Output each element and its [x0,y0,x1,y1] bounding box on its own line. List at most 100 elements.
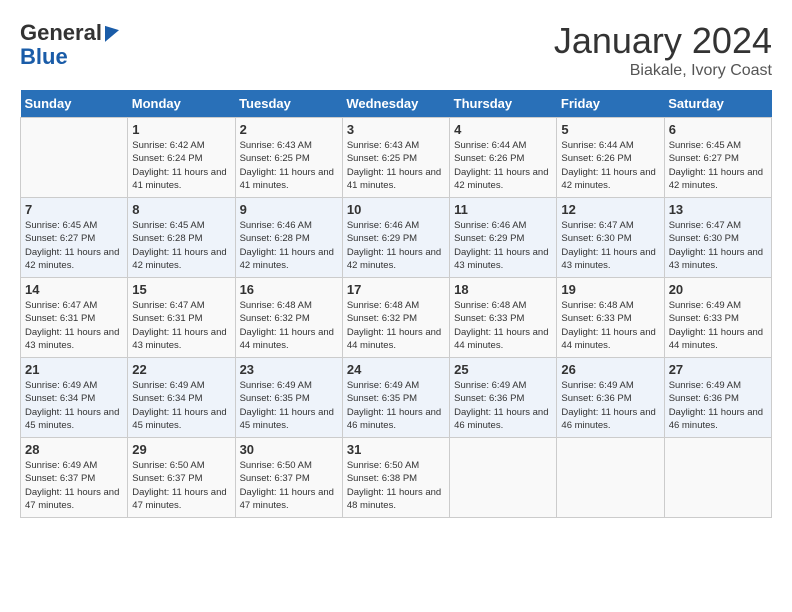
day-info: Sunrise: 6:50 AMSunset: 6:37 PMDaylight:… [132,459,230,512]
day-number: 13 [669,202,767,217]
weekday-header: Wednesday [342,90,449,118]
day-number: 26 [561,362,659,377]
day-number: 23 [240,362,338,377]
calendar-week-row: 21Sunrise: 6:49 AMSunset: 6:34 PMDayligh… [21,358,772,438]
weekday-header: Friday [557,90,664,118]
day-info: Sunrise: 6:47 AMSunset: 6:30 PMDaylight:… [561,219,659,272]
day-number: 3 [347,122,445,137]
weekday-header: Sunday [21,90,128,118]
calendar-cell: 7 Sunrise: 6:45 AMSunset: 6:27 PMDaylight… [21,198,128,278]
day-info: Sunrise: 6:49 AMSunset: 6:35 PMDaylight:… [347,379,445,432]
calendar-table: SundayMondayTuesdayWednesdayThursdayFrid… [20,90,772,518]
calendar-cell: 14 Sunrise: 6:47 AMSunset: 6:31 PMDayligh… [21,278,128,358]
day-number: 17 [347,282,445,297]
day-info: Sunrise: 6:47 AMSunset: 6:31 PMDaylight:… [25,299,123,352]
calendar-cell: 24 Sunrise: 6:49 AMSunset: 6:35 PMDayligh… [342,358,449,438]
day-number: 19 [561,282,659,297]
day-info: Sunrise: 6:49 AMSunset: 6:36 PMDaylight:… [669,379,767,432]
logo: General Blue [20,20,119,70]
weekday-header: Thursday [450,90,557,118]
day-info: Sunrise: 6:45 AMSunset: 6:27 PMDaylight:… [669,139,767,192]
calendar-cell: 20 Sunrise: 6:49 AMSunset: 6:33 PMDayligh… [664,278,771,358]
day-info: Sunrise: 6:45 AMSunset: 6:28 PMDaylight:… [132,219,230,272]
calendar-cell: 28 Sunrise: 6:49 AMSunset: 6:37 PMDayligh… [21,438,128,518]
calendar-week-row: 7 Sunrise: 6:45 AMSunset: 6:27 PMDaylight… [21,198,772,278]
day-number: 20 [669,282,767,297]
day-number: 14 [25,282,123,297]
calendar-cell: 27 Sunrise: 6:49 AMSunset: 6:36 PMDayligh… [664,358,771,438]
calendar-cell: 4Sunrise: 6:44 AMSunset: 6:26 PMDaylight… [450,118,557,198]
weekday-header: Saturday [664,90,771,118]
day-number: 11 [454,202,552,217]
calendar-cell: 2Sunrise: 6:43 AMSunset: 6:25 PMDaylight… [235,118,342,198]
calendar-cell: 30 Sunrise: 6:50 AMSunset: 6:37 PMDayligh… [235,438,342,518]
day-number: 7 [25,202,123,217]
calendar-cell: 19Sunrise: 6:48 AMSunset: 6:33 PMDayligh… [557,278,664,358]
day-number: 18 [454,282,552,297]
calendar-cell: 15 Sunrise: 6:47 AMSunset: 6:31 PMDayligh… [128,278,235,358]
calendar-cell: 1Sunrise: 6:42 AMSunset: 6:24 PMDaylight… [128,118,235,198]
calendar-cell: 8 Sunrise: 6:45 AMSunset: 6:28 PMDaylight… [128,198,235,278]
day-number: 16 [240,282,338,297]
calendar-cell: 18 Sunrise: 6:48 AMSunset: 6:33 PMDayligh… [450,278,557,358]
day-info: Sunrise: 6:45 AMSunset: 6:27 PMDaylight:… [25,219,123,272]
day-info: Sunrise: 6:44 AMSunset: 6:26 PMDaylight:… [561,139,659,192]
day-info: Sunrise: 6:48 AMSunset: 6:33 PMDaylight:… [454,299,552,352]
calendar-cell: 29 Sunrise: 6:50 AMSunset: 6:37 PMDayligh… [128,438,235,518]
calendar-cell: 16Sunrise: 6:48 AMSunset: 6:32 PMDayligh… [235,278,342,358]
day-number: 8 [132,202,230,217]
weekday-header: Tuesday [235,90,342,118]
day-info: Sunrise: 6:50 AMSunset: 6:38 PMDaylight:… [347,459,445,512]
day-number: 12 [561,202,659,217]
location: Biakale, Ivory Coast [554,62,772,80]
title-area: January 2024 Biakale, Ivory Coast [554,20,772,80]
calendar-cell [664,438,771,518]
calendar-week-row: 1Sunrise: 6:42 AMSunset: 6:24 PMDaylight… [21,118,772,198]
day-info: Sunrise: 6:44 AMSunset: 6:26 PMDaylight:… [454,139,552,192]
day-number: 30 [240,442,338,457]
day-info: Sunrise: 6:49 AMSunset: 6:34 PMDaylight:… [25,379,123,432]
calendar-cell: 25Sunrise: 6:49 AMSunset: 6:36 PMDayligh… [450,358,557,438]
calendar-cell [557,438,664,518]
day-number: 10 [347,202,445,217]
weekday-header: Monday [128,90,235,118]
day-number: 27 [669,362,767,377]
day-number: 29 [132,442,230,457]
logo-blue: Blue [20,44,68,70]
day-info: Sunrise: 6:49 AMSunset: 6:34 PMDaylight:… [132,379,230,432]
day-info: Sunrise: 6:47 AMSunset: 6:30 PMDaylight:… [669,219,767,272]
calendar-cell: 13 Sunrise: 6:47 AMSunset: 6:30 PMDayligh… [664,198,771,278]
day-info: Sunrise: 6:46 AMSunset: 6:28 PMDaylight:… [240,219,338,272]
day-number: 24 [347,362,445,377]
calendar-cell: 11Sunrise: 6:46 AMSunset: 6:29 PMDayligh… [450,198,557,278]
day-number: 31 [347,442,445,457]
day-info: Sunrise: 6:49 AMSunset: 6:33 PMDaylight:… [669,299,767,352]
day-info: Sunrise: 6:43 AMSunset: 6:25 PMDaylight:… [347,139,445,192]
logo-general: General [20,20,102,46]
weekday-header-row: SundayMondayTuesdayWednesdayThursdayFrid… [21,90,772,118]
calendar-cell: 6 Sunrise: 6:45 AMSunset: 6:27 PMDaylight… [664,118,771,198]
day-info: Sunrise: 6:46 AMSunset: 6:29 PMDaylight:… [347,219,445,272]
calendar-cell: 23 Sunrise: 6:49 AMSunset: 6:35 PMDayligh… [235,358,342,438]
calendar-cell [450,438,557,518]
calendar-cell: 22 Sunrise: 6:49 AMSunset: 6:34 PMDayligh… [128,358,235,438]
day-number: 6 [669,122,767,137]
day-number: 1 [132,122,230,137]
day-info: Sunrise: 6:47 AMSunset: 6:31 PMDaylight:… [132,299,230,352]
calendar-cell: 10 Sunrise: 6:46 AMSunset: 6:29 PMDayligh… [342,198,449,278]
calendar-week-row: 14 Sunrise: 6:47 AMSunset: 6:31 PMDayligh… [21,278,772,358]
day-info: Sunrise: 6:49 AMSunset: 6:36 PMDaylight:… [561,379,659,432]
calendar-cell: 5Sunrise: 6:44 AMSunset: 6:26 PMDaylight… [557,118,664,198]
day-info: Sunrise: 6:49 AMSunset: 6:37 PMDaylight:… [25,459,123,512]
calendar-cell: 12 Sunrise: 6:47 AMSunset: 6:30 PMDayligh… [557,198,664,278]
day-info: Sunrise: 6:50 AMSunset: 6:37 PMDaylight:… [240,459,338,512]
day-info: Sunrise: 6:43 AMSunset: 6:25 PMDaylight:… [240,139,338,192]
calendar-cell: 3 Sunrise: 6:43 AMSunset: 6:25 PMDaylight… [342,118,449,198]
calendar-cell: 21Sunrise: 6:49 AMSunset: 6:34 PMDayligh… [21,358,128,438]
day-number: 28 [25,442,123,457]
day-info: Sunrise: 6:48 AMSunset: 6:32 PMDaylight:… [347,299,445,352]
day-number: 15 [132,282,230,297]
day-number: 22 [132,362,230,377]
day-number: 25 [454,362,552,377]
day-info: Sunrise: 6:49 AMSunset: 6:35 PMDaylight:… [240,379,338,432]
